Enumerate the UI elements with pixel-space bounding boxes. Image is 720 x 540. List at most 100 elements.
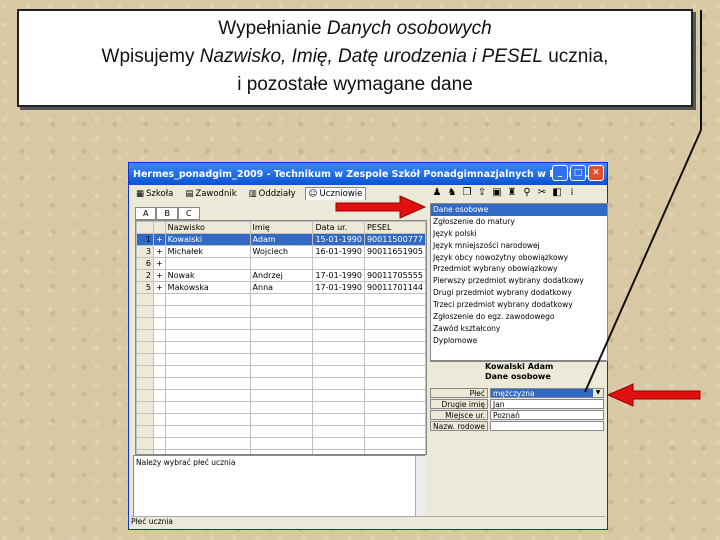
list-item[interactable]: Dane osobowe bbox=[431, 204, 607, 216]
menu-szkola[interactable]: ▦ Szkoła bbox=[133, 187, 176, 200]
menu-oddzialy[interactable]: ▥ Oddziały bbox=[246, 187, 299, 200]
table-cell-pesel[interactable]: 90011651905 bbox=[363, 245, 426, 258]
more-icon[interactable]: ⁞ bbox=[566, 187, 578, 199]
form-label: Drugie imię bbox=[430, 399, 488, 409]
chevron-down-icon[interactable]: ▼ bbox=[593, 389, 603, 397]
table-cell-pesel[interactable]: 90011500777 bbox=[363, 233, 426, 246]
table-cell-name[interactable]: Wojciech bbox=[249, 245, 314, 258]
table-cell-name[interactable] bbox=[249, 257, 314, 270]
table-cell-num[interactable]: 3 bbox=[136, 245, 154, 258]
walk-icon[interactable]: ⚲ bbox=[521, 187, 533, 199]
menu-uczniowie[interactable]: ☺ Uczniowie bbox=[304, 187, 367, 200]
import-icon[interactable]: ⇪ bbox=[476, 187, 488, 199]
tab-a[interactable]: A bbox=[135, 207, 157, 220]
table-cell-surname[interactable]: Kowalski bbox=[164, 233, 251, 246]
title-bar[interactable]: Hermes_ponadgim_2009 - Technikum w Zespo… bbox=[129, 163, 607, 185]
menu-zawodnik[interactable]: ▤ Zawodnik bbox=[182, 187, 239, 200]
table-cell-surname[interactable] bbox=[164, 257, 251, 270]
form-field[interactable] bbox=[490, 421, 604, 431]
table-cell-mark[interactable]: + bbox=[152, 257, 166, 270]
person-section: Dane osobowe bbox=[485, 372, 551, 381]
tab-c[interactable]: C bbox=[177, 207, 200, 220]
person-name: Kowalski Adam bbox=[485, 362, 554, 371]
table-cell-name[interactable]: Anna bbox=[249, 281, 314, 294]
list-item[interactable]: Dyplomowe bbox=[431, 335, 607, 347]
grid-header-birth[interactable]: Data ur. bbox=[312, 221, 365, 234]
people-icon[interactable]: ♞ bbox=[446, 187, 458, 199]
table-cell-birth[interactable]: 17-01-1990 bbox=[312, 281, 365, 294]
grid-header-surname[interactable]: Nazwisko bbox=[164, 221, 251, 234]
empty-row bbox=[136, 317, 426, 330]
empty-row bbox=[136, 389, 426, 402]
table-cell-birth[interactable]: 15-01-1990 bbox=[312, 233, 365, 246]
class-icon: ▥ bbox=[248, 188, 257, 199]
table-cell-mark[interactable]: + bbox=[152, 233, 166, 246]
list-item[interactable]: Trzeci przedmiot wybrany dodatkowy bbox=[431, 299, 607, 311]
list-item[interactable]: Język polski bbox=[431, 228, 607, 240]
grid-header bbox=[152, 221, 166, 234]
maximize-button[interactable]: □ bbox=[570, 165, 586, 181]
table-cell-pesel[interactable]: 90011701144 bbox=[363, 281, 426, 294]
table-cell-num[interactable]: 1 bbox=[136, 233, 154, 246]
empty-row bbox=[136, 305, 426, 318]
gender-select[interactable]: mężczyzna ▼ bbox=[490, 388, 604, 398]
list-item[interactable]: Zgłoszenie do egz. zawodowego bbox=[431, 311, 607, 323]
list-item[interactable]: Zawód kształcony bbox=[431, 323, 607, 335]
form-row: Drugie imię Jan bbox=[430, 399, 606, 410]
hint-memo[interactable]: Należy wybrać płeć ucznia bbox=[133, 455, 425, 517]
form-field[interactable]: Poznań bbox=[490, 410, 604, 420]
close-button[interactable]: ✕ bbox=[588, 165, 604, 181]
grid-header-name[interactable]: Imię bbox=[249, 221, 314, 234]
tab-b[interactable]: B bbox=[156, 207, 178, 220]
table-cell-num[interactable]: 2 bbox=[136, 269, 154, 282]
save-icon[interactable]: ▣ bbox=[491, 187, 503, 199]
list-item[interactable]: Język mniejszości narodowej bbox=[431, 240, 607, 252]
empty-row bbox=[136, 353, 426, 366]
copy-icon[interactable]: ❐ bbox=[461, 187, 473, 199]
form-field[interactable]: Jan bbox=[490, 399, 604, 409]
minimize-button[interactable]: _ bbox=[552, 165, 568, 181]
table-cell-surname[interactable]: Makowska bbox=[164, 281, 251, 294]
tools-icon[interactable]: ✂ bbox=[536, 187, 548, 199]
table-cell-pesel[interactable] bbox=[363, 257, 426, 270]
table-cell-num[interactable]: 5 bbox=[136, 281, 154, 294]
table-cell-birth[interactable]: 17-01-1990 bbox=[312, 269, 365, 282]
table-cell-mark[interactable]: + bbox=[152, 281, 166, 294]
caption-line3: i pozostałe wymagane dane bbox=[237, 74, 473, 95]
table-cell-surname[interactable]: Nowak bbox=[164, 269, 251, 282]
list-item[interactable]: Pierwszy przedmiot wybrany dodatkowy bbox=[431, 275, 607, 287]
table-cell-name[interactable]: Adam bbox=[249, 233, 314, 246]
table-row[interactable]: 1 + Kowalski Adam 15-01-1990 90011500777 bbox=[136, 233, 426, 246]
table-cell-num[interactable]: 6 bbox=[136, 257, 154, 270]
table-row[interactable]: 5 + Makowska Anna 17-01-1990 90011701144 bbox=[136, 281, 426, 294]
grid-header bbox=[136, 221, 154, 234]
list-item[interactable]: Język obcy nowożytny obowiązkowy bbox=[431, 252, 607, 264]
form-label: Płeć bbox=[430, 388, 488, 398]
table-cell-mark[interactable]: + bbox=[152, 245, 166, 258]
table-cell-name[interactable]: Andrzej bbox=[249, 269, 314, 282]
table-cell-birth[interactable]: 16-01-1990 bbox=[312, 245, 365, 258]
table-cell-birth[interactable] bbox=[312, 257, 365, 270]
memo-scrollbar[interactable] bbox=[415, 456, 425, 516]
list-item[interactable]: Zgłoszenie do matury bbox=[431, 216, 607, 228]
table-row[interactable]: 2 + Nowak Andrzej 17-01-1990 90011705555 bbox=[136, 269, 426, 282]
table-cell-pesel[interactable]: 90011705555 bbox=[363, 269, 426, 282]
stamp-icon[interactable]: ◧ bbox=[551, 187, 563, 199]
list-item[interactable]: Drugi przedmiot wybrany dodatkowy bbox=[431, 287, 607, 299]
empty-row bbox=[136, 293, 426, 306]
form-row: Miejsce ur. Poznań bbox=[430, 410, 606, 421]
group-icon[interactable]: ♜ bbox=[506, 187, 518, 199]
status-bar: Płeć ucznia bbox=[131, 516, 605, 527]
table-row[interactable]: 6 + bbox=[136, 257, 426, 270]
caption-line1-italic: Danych osobowych bbox=[326, 18, 492, 39]
list-item[interactable]: Przedmiot wybrany obowiązkowy bbox=[431, 263, 607, 275]
menu-label: Zawodnik bbox=[195, 188, 237, 199]
profession-icon: ▤ bbox=[185, 188, 194, 199]
toolbar: ♟ ♞ ❐ ⇪ ▣ ♜ ⚲ ✂ ◧ ⁞ bbox=[431, 187, 578, 199]
table-cell-surname[interactable]: Michałek bbox=[164, 245, 251, 258]
table-cell-mark[interactable]: + bbox=[152, 269, 166, 282]
table-row[interactable]: 3 + Michałek Wojciech 16-01-1990 90011651905 bbox=[136, 245, 426, 258]
menu-label: Oddziały bbox=[258, 188, 296, 199]
grid-header-pesel[interactable]: PESEL bbox=[363, 221, 426, 234]
person-icon[interactable]: ♟ bbox=[431, 187, 443, 199]
